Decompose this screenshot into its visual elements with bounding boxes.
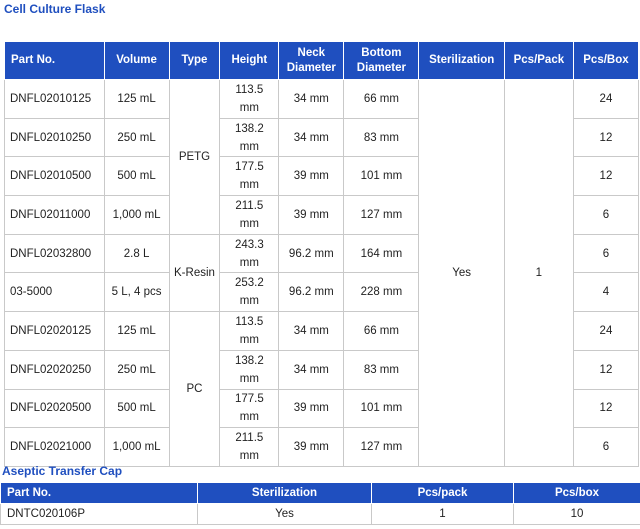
- header-height: Height: [219, 41, 280, 80]
- neck-cell: 34 mm: [278, 349, 345, 390]
- volume-cell: 1,000 mL: [103, 427, 170, 467]
- volume-cell: 2.8 L: [103, 233, 170, 274]
- height-cell: 243.3 mm: [219, 233, 280, 274]
- bottom-cell: 66 mm: [343, 311, 420, 351]
- part-no-cell: 03-5000: [4, 272, 105, 313]
- bottom-cell: 83 mm: [343, 117, 420, 158]
- type-cell-pc: PC: [168, 311, 221, 467]
- type-cell-kresin: K-Resin: [168, 233, 221, 313]
- height-cell: 253.2 mm: [219, 272, 280, 313]
- part-no-cell: DNFL02032800: [4, 233, 105, 274]
- cap-table: Part No. Sterilization Pcs/pack Pcs/box …: [0, 482, 640, 525]
- height-cell: 177.5 mm: [219, 156, 280, 197]
- neck-cell: 39 mm: [278, 156, 345, 197]
- pcs-box-cell: 12: [572, 156, 640, 197]
- cap-header-pcs-box: Pcs/box: [513, 482, 640, 504]
- part-no-cell: DNFL02010250: [4, 117, 105, 158]
- volume-cell: 250 mL: [103, 117, 170, 158]
- cap-sterilization-cell: Yes: [197, 503, 372, 525]
- bottom-cell: 101 mm: [343, 388, 420, 429]
- table-row: DNFL02010125 125 mL PETG 113.5 mm 34 mm 6…: [4, 79, 640, 467]
- neck-cell: 34 mm: [278, 311, 345, 351]
- header-part-no: Part No.: [4, 41, 105, 80]
- cap-pcs-pack-cell: 1: [371, 503, 514, 525]
- neck-cell: 34 mm: [278, 79, 345, 119]
- flask-section-title: Cell Culture Flask: [4, 2, 106, 16]
- neck-cell: 96.2 mm: [278, 272, 345, 313]
- height-cell: 211.5 mm: [219, 195, 280, 235]
- part-no-cell: DNFL02010500: [4, 156, 105, 197]
- pcs-box-cell: 24: [572, 79, 640, 119]
- bottom-cell: 127 mm: [343, 195, 420, 235]
- cap-part-no-cell: DNTC020106P: [0, 503, 198, 525]
- table-row: DNTC020106P Yes 1 10: [0, 503, 640, 525]
- header-sterilization: Sterilization: [418, 41, 505, 80]
- neck-cell: 39 mm: [278, 388, 345, 429]
- pcs-box-cell: 6: [572, 195, 640, 235]
- pcs-box-cell: 12: [572, 349, 640, 390]
- height-cell: 211.5 mm: [219, 427, 280, 467]
- header-pcs-pack: Pcs/Pack: [503, 41, 574, 80]
- cap-section-title: Aseptic Transfer Cap: [2, 464, 123, 478]
- cap-header-part-no: Part No.: [0, 482, 198, 504]
- pcs-box-cell: 4: [572, 272, 640, 313]
- header-neck-diameter: Neck Diameter: [278, 41, 345, 80]
- cap-header-row: Part No. Sterilization Pcs/pack Pcs/box: [0, 482, 640, 504]
- header-bottom-diameter: Bottom Diameter: [343, 41, 420, 80]
- header-volume: Volume: [103, 41, 170, 80]
- bottom-cell: 127 mm: [343, 427, 420, 467]
- volume-cell: 125 mL: [103, 79, 170, 119]
- height-cell: 177.5 mm: [219, 388, 280, 429]
- cap-header-sterilization: Sterilization: [197, 482, 372, 504]
- bottom-cell: 83 mm: [343, 349, 420, 390]
- height-cell: 113.5 mm: [219, 79, 280, 119]
- bottom-cell: 228 mm: [343, 272, 420, 313]
- volume-cell: 125 mL: [103, 311, 170, 351]
- sterilization-cell: Yes: [418, 79, 505, 467]
- part-no-cell: DNFL02010125: [4, 79, 105, 119]
- header-pcs-box: Pcs/Box: [572, 41, 640, 80]
- height-cell: 138.2 mm: [219, 117, 280, 158]
- part-no-cell: DNFL02011000: [4, 195, 105, 235]
- height-cell: 113.5 mm: [219, 311, 280, 351]
- cap-header-pcs-pack: Pcs/pack: [371, 482, 514, 504]
- volume-cell: 500 mL: [103, 388, 170, 429]
- pcs-box-cell: 12: [572, 388, 640, 429]
- cap-pcs-box-cell: 10: [513, 503, 640, 525]
- flask-table: Part No. Volume Type Height Neck Diameter…: [4, 41, 640, 467]
- neck-cell: 96.2 mm: [278, 233, 345, 274]
- header-type: Type: [168, 41, 221, 80]
- volume-cell: 500 mL: [103, 156, 170, 197]
- pcs-box-cell: 24: [572, 311, 640, 351]
- part-no-cell: DNFL02020500: [4, 388, 105, 429]
- pcs-box-cell: 6: [572, 427, 640, 467]
- pcs-pack-cell: 1: [503, 79, 574, 467]
- pcs-box-cell: 6: [572, 233, 640, 274]
- neck-cell: 39 mm: [278, 427, 345, 467]
- volume-cell: 250 mL: [103, 349, 170, 390]
- part-no-cell: DNFL02021000: [4, 427, 105, 467]
- volume-cell: 1,000 mL: [103, 195, 170, 235]
- type-cell-petg: PETG: [168, 79, 221, 235]
- pcs-box-cell: 12: [572, 117, 640, 158]
- height-cell: 138.2 mm: [219, 349, 280, 390]
- neck-cell: 34 mm: [278, 117, 345, 158]
- bottom-cell: 164 mm: [343, 233, 420, 274]
- volume-cell: 5 L, 4 pcs: [103, 272, 170, 313]
- bottom-cell: 66 mm: [343, 79, 420, 119]
- part-no-cell: DNFL02020125: [4, 311, 105, 351]
- neck-cell: 39 mm: [278, 195, 345, 235]
- part-no-cell: DNFL02020250: [4, 349, 105, 390]
- flask-header-row: Part No. Volume Type Height Neck Diameter…: [4, 41, 640, 80]
- bottom-cell: 101 mm: [343, 156, 420, 197]
